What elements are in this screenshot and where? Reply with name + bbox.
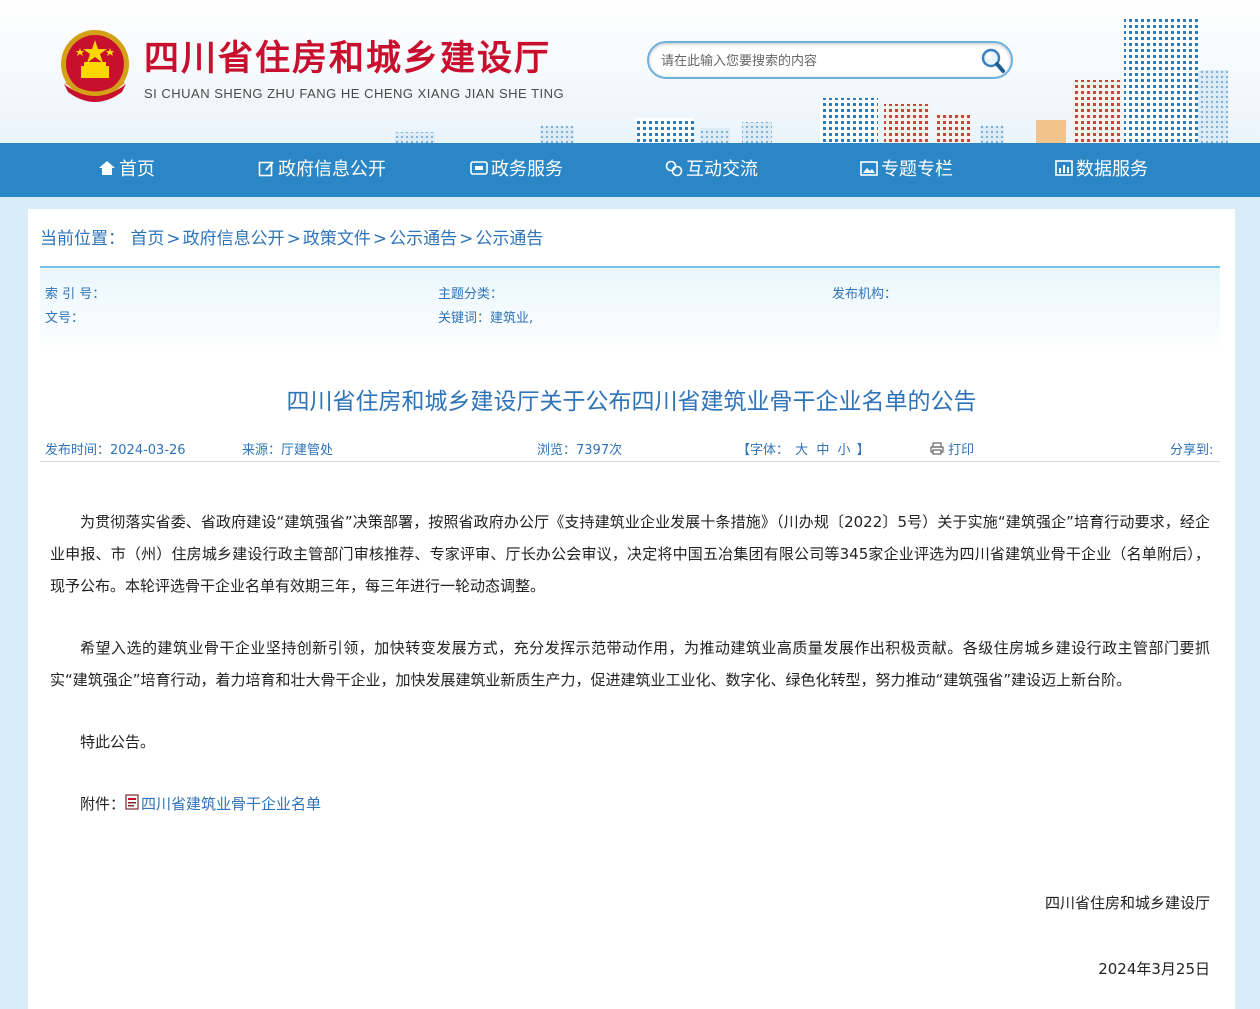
publisher-label: 发布机构： (832, 287, 898, 302)
nav-item-gov-info[interactable]: 政府信息公开 (258, 143, 386, 197)
breadcrumb-gov-info[interactable]: 政府信息公开 (183, 229, 285, 249)
print-button[interactable]: 打印 (930, 439, 974, 458)
article-paragraph: 希望入选的建筑业骨干企业坚持创新引领，加快转变发展方式，充分发挥示范带动作用，为… (50, 639, 1210, 689)
site-title: 四川省住房和城乡建设厅 (144, 38, 552, 79)
attachment-line: 附件： 四川省建筑业骨干企业名单 (50, 788, 1210, 820)
signature: 四川省住房和城乡建设厅 (1044, 894, 1210, 912)
breadcrumb: 当前位置： 首页 > 政府信息公开 > 政策文件 > 公示通告 > 公示通告 (40, 224, 543, 249)
nav-item-gov-service[interactable]: 政务服务 (470, 143, 563, 197)
search-box (647, 41, 1013, 79)
nav-label: 政府信息公开 (278, 159, 386, 180)
site-subtitle-pinyin: SI CHUAN SHENG ZHU FANG HE CHENG XIANG J… (144, 86, 565, 101)
nav-item-topics[interactable]: 专题专栏 (860, 143, 953, 197)
main-nav: 首页 政府信息公开 政务服务 互动交流 专题专栏 数据服务 (0, 143, 1260, 197)
service-icon (470, 161, 488, 175)
keywords: 关键词：建筑业, (438, 311, 534, 326)
document-meta: 索 引 号： 主题分类： 发布机构： 文号： 关键词：建筑业, (40, 266, 1220, 353)
attachment-link[interactable]: 四川省建筑业骨干企业名单 (141, 795, 321, 813)
article-body: 为贯彻落实省委、省政府建设“建筑强省”决策部署，按照省政府办公厅《支持建筑业企业… (50, 506, 1210, 850)
print-label: 打印 (948, 443, 975, 458)
content-panel: 当前位置： 首页 > 政府信息公开 > 政策文件 > 公示通告 > 公示通告 索 引 号： 主题… (28, 209, 1235, 1009)
nav-item-home[interactable]: 首页 (98, 143, 155, 197)
breadcrumb-home[interactable]: 首页 (130, 229, 164, 249)
nav-item-interaction[interactable]: 互动交流 (665, 143, 758, 197)
article-source: 来源：厅建管处 (242, 443, 334, 458)
article-title: 四川省住房和城乡建设厅关于公布四川省建筑业骨干企业名单的公告 (286, 389, 977, 415)
view-count: 浏览：7397次 (537, 443, 623, 458)
breadcrumb-notice[interactable]: 公示通告 (389, 229, 457, 249)
font-size-label: 【字体： (737, 443, 790, 458)
nav-item-data-service[interactable]: 数据服务 (1055, 143, 1148, 197)
breadcrumb-separator: > (286, 229, 301, 249)
nav-label: 专题专栏 (881, 159, 953, 180)
breadcrumb-policy[interactable]: 政策文件 (303, 229, 371, 249)
font-size-control: 【字体： 大 中 小 】 (737, 439, 870, 458)
breadcrumb-separator: > (372, 229, 388, 249)
topic-label: 主题分类： (438, 287, 504, 302)
index-number-label: 索 引 号： (45, 287, 106, 302)
breadcrumb-separator: > (459, 229, 474, 249)
data-icon (1055, 160, 1073, 176)
signature-date: 2024年3月25日 (1098, 960, 1210, 978)
printer-icon (930, 442, 944, 455)
breadcrumb-notice-current[interactable]: 公示通告 (475, 229, 543, 249)
search-input[interactable] (659, 50, 981, 72)
edit-icon (258, 160, 274, 176)
share-button[interactable]: 分享到: (1170, 439, 1213, 458)
publish-time: 发布时间：2024-03-26 (45, 443, 186, 458)
home-icon (99, 161, 115, 175)
article-info-bar: 发布时间：2024-03-26 来源：厅建管处 浏览：7397次 【字体： 大 … (40, 431, 1220, 462)
doc-number-label: 文号： (45, 311, 85, 326)
attachment-label: 附件： (80, 795, 126, 813)
font-size-close: 】 (856, 443, 870, 458)
font-small-button[interactable]: 小 (837, 443, 850, 458)
article-paragraph: 为贯彻落实省委、省政府建设“建筑强省”决策部署，按照省政府办公厅《支持建筑业企业… (50, 513, 1210, 595)
nav-label: 互动交流 (686, 159, 758, 180)
pdf-file-icon (125, 793, 139, 810)
national-emblem-logo (61, 30, 129, 102)
font-medium-button[interactable]: 中 (816, 443, 829, 458)
nav-label: 首页 (119, 159, 155, 180)
font-large-button[interactable]: 大 (795, 443, 808, 458)
article-paragraph: 特此公告。 (80, 733, 156, 751)
search-icon[interactable] (979, 47, 1005, 73)
breadcrumb-separator: > (166, 229, 181, 249)
nav-label: 政务服务 (491, 159, 563, 180)
breadcrumb-prefix: 当前位置： (40, 229, 125, 249)
site-header: 四川省住房和城乡建设厅 SI CHUAN SHENG ZHU FANG HE C… (0, 0, 1260, 143)
nav-label: 数据服务 (1076, 159, 1148, 180)
interact-icon (665, 160, 683, 176)
image-icon (860, 160, 878, 176)
